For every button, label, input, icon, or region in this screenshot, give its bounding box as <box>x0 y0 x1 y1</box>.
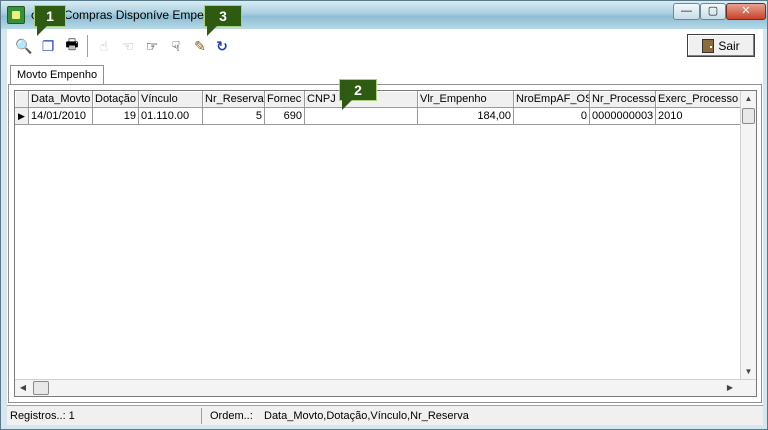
edit-button[interactable]: ✎ <box>189 35 211 57</box>
next-record-button[interactable]: ☞ <box>141 35 163 57</box>
vertical-scroll-thumb[interactable] <box>742 108 755 124</box>
data-grid[interactable]: Data_Movto Dotação Vínculo Nr_Reserva Fo… <box>14 90 757 397</box>
scroll-down-icon[interactable]: ▼ <box>741 364 756 380</box>
cell-nr-reserva[interactable]: 5 <box>203 108 265 125</box>
column-header-nroempaf-os[interactable]: NroEmpAF_OS <box>514 91 590 108</box>
column-header-fornec[interactable]: Fornec <box>265 91 305 108</box>
toolbar-separator <box>87 35 89 57</box>
refresh-icon: ↻ <box>216 37 228 54</box>
callout-marker-3: 3 <box>204 5 242 36</box>
hand-left-icon: ☜ <box>121 37 135 54</box>
exit-button[interactable]: Sair <box>687 34 755 57</box>
search-icon: 🔍 <box>15 37 33 54</box>
hand-down-icon: ☟ <box>171 37 181 54</box>
toolbar: 🔍 ❐ 🖶 ☝ ☜ ☞ ☟ ✎ ↻ Sair <box>7 29 763 61</box>
print-button[interactable]: 🖶 <box>61 35 83 57</box>
callout-marker-1: 1 <box>34 5 66 36</box>
edit-icon: ✎ <box>194 37 206 54</box>
title-bar[interactable]: os de Compras Disponíve Empenho — ▢ ✕ <box>1 1 767 29</box>
maximize-button[interactable]: ▢ <box>700 3 726 20</box>
horizontal-scrollbar[interactable]: ◀ ▶ <box>15 379 756 396</box>
client-area: 🔍 ❐ 🖶 ☝ ☜ ☞ ☟ ✎ ↻ Sair Movto Empenho Dat… <box>7 29 763 425</box>
vertical-scrollbar[interactable]: ▲ ▼ <box>740 91 756 380</box>
app-icon[interactable] <box>7 6 25 24</box>
copy-icon: ❐ <box>41 37 55 54</box>
first-record-button[interactable]: ☝ <box>93 35 115 57</box>
column-header-nr-reserva[interactable]: Nr_Reserva <box>203 91 265 108</box>
cell-data-movto[interactable]: 14/01/2010 <box>29 108 93 125</box>
tab-movto-empenho[interactable]: Movto Empenho <box>10 65 105 85</box>
exit-button-label: Sair <box>718 38 740 53</box>
header-indicator-cell <box>15 91 29 108</box>
scroll-left-icon[interactable]: ◀ <box>15 380 31 396</box>
cell-nr-processo[interactable]: 0000000003 <box>590 108 656 125</box>
status-order-label: Ordem..: <box>210 410 253 422</box>
cell-dotacao[interactable]: 19 <box>93 108 139 125</box>
application-window: os de Compras Disponíve Empenho — ▢ ✕ 🔍 … <box>0 0 768 430</box>
table-row[interactable]: ▶ 14/01/2010 19 01.110.00 5 690 184,00 0… <box>15 108 741 125</box>
refresh-button[interactable]: ↻ <box>211 35 233 57</box>
previous-record-button[interactable]: ☜ <box>117 35 139 57</box>
cell-nroempaf-os[interactable]: 0 <box>514 108 590 125</box>
column-header-dotacao[interactable]: Dotação <box>93 91 139 108</box>
minimize-button[interactable]: — <box>673 3 700 20</box>
column-header-exerc-processo[interactable]: Exerc_Processo <box>656 91 741 108</box>
cell-exerc-processo[interactable]: 2010 <box>656 108 741 125</box>
copy-button[interactable]: ❐ <box>37 35 59 57</box>
door-exit-icon <box>702 38 715 53</box>
column-header-vinculo[interactable]: Vínculo <box>139 91 203 108</box>
row-indicator-icon: ▶ <box>15 108 29 125</box>
hand-up-icon: ☝ <box>99 37 109 54</box>
close-button[interactable]: ✕ <box>726 3 766 20</box>
tab-panel: Data_Movto Dotação Vínculo Nr_Reserva Fo… <box>8 84 762 403</box>
column-header-nr-processo[interactable]: Nr_Processo <box>590 91 656 108</box>
cell-fornec[interactable]: 690 <box>265 108 305 125</box>
scroll-right-icon[interactable]: ▶ <box>722 380 738 396</box>
cell-cnpj[interactable] <box>305 108 418 125</box>
last-record-button[interactable]: ☟ <box>165 35 187 57</box>
horizontal-scroll-thumb[interactable] <box>33 381 49 395</box>
cell-vlr-empenho[interactable]: 184,00 <box>418 108 514 125</box>
column-header-vlr-empenho[interactable]: Vlr_Empenho <box>418 91 514 108</box>
status-bar: Registros..: 1 Ordem..: Data_Movto,Dotaç… <box>7 405 763 425</box>
grid-header: Data_Movto Dotação Vínculo Nr_Reserva Fo… <box>15 91 741 108</box>
callout-marker-2: 2 <box>339 79 377 110</box>
printer-icon: 🖶 <box>65 36 79 52</box>
scroll-up-icon[interactable]: ▲ <box>741 91 756 107</box>
hand-right-icon: ☞ <box>145 37 159 54</box>
search-button[interactable]: 🔍 <box>13 35 35 57</box>
status-record-count: Registros..: 1 <box>7 408 202 424</box>
status-order-value: Data_Movto,Dotação,Vínculo,Nr_Reserva <box>264 410 469 422</box>
cell-vinculo[interactable]: 01.110.00 <box>139 108 203 125</box>
column-header-data-movto[interactable]: Data_Movto <box>29 91 93 108</box>
